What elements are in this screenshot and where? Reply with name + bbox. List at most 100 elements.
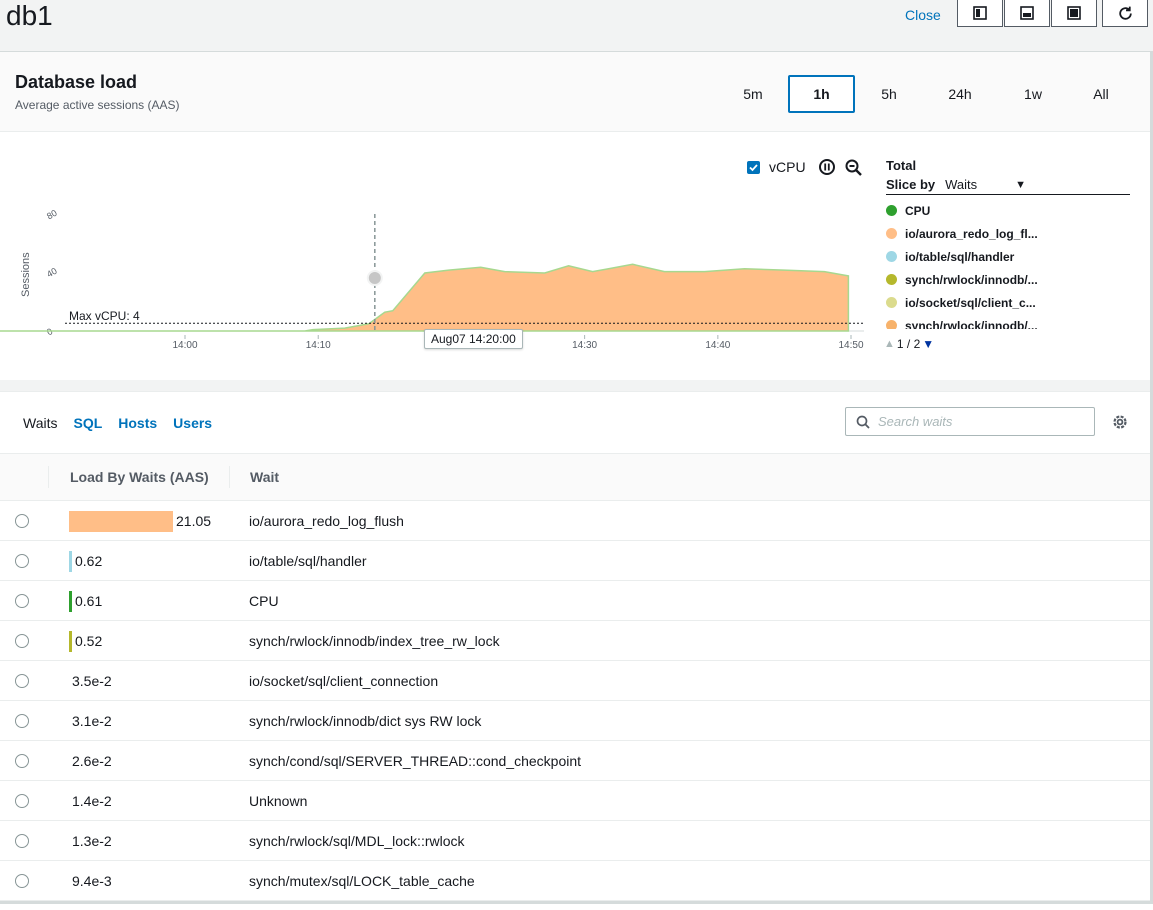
legend-swatch bbox=[886, 228, 897, 239]
col-wait[interactable]: Wait bbox=[250, 469, 279, 485]
legend-item[interactable]: io/aurora_redo_log_fl... bbox=[886, 222, 1131, 245]
table-row[interactable]: 3.1e-2 synch/rwlock/innodb/dict sys RW lo… bbox=[0, 701, 1153, 741]
layout-full-button[interactable] bbox=[1051, 0, 1097, 27]
row-radio[interactable] bbox=[15, 514, 29, 528]
range-24h-button[interactable]: 24h bbox=[935, 75, 985, 113]
legend-item[interactable]: synch/rwlock/innodb/... bbox=[886, 268, 1131, 291]
dropdown-caret-icon[interactable]: ▼ bbox=[1015, 179, 1026, 191]
table-row[interactable]: 1.4e-2 Unknown bbox=[0, 781, 1153, 821]
close-link[interactable]: Close bbox=[905, 7, 941, 23]
table-row[interactable]: 3.5e-2 io/socket/sql/client_connection bbox=[0, 661, 1153, 701]
y-tick-label: 40 bbox=[45, 266, 59, 280]
tab-waits[interactable]: Waits bbox=[23, 415, 57, 431]
load-bar bbox=[69, 591, 72, 612]
load-bar bbox=[69, 631, 72, 652]
row-radio[interactable] bbox=[15, 674, 29, 688]
table-row[interactable]: 9.4e-3 synch/mutex/sql/LOCK_table_cache bbox=[0, 861, 1153, 901]
bottom-border bbox=[0, 901, 1153, 904]
x-tick-label: 14:10 bbox=[306, 340, 331, 351]
load-value: 0.52 bbox=[75, 633, 103, 649]
legend-swatch bbox=[886, 205, 897, 216]
range-1h-button[interactable]: 1h bbox=[788, 75, 855, 113]
load-value: 9.4e-3 bbox=[72, 873, 112, 889]
legend-swatch bbox=[886, 274, 897, 285]
refresh-button[interactable] bbox=[1102, 0, 1148, 27]
legend-item[interactable]: CPU bbox=[886, 199, 1131, 222]
wait-name: Unknown bbox=[249, 793, 308, 809]
max-vcpu-label: Max vCPU: 4 bbox=[69, 309, 140, 323]
database-load-header: Database load Average active sessions (A… bbox=[0, 52, 1153, 132]
slice-by-select[interactable]: Slice by Waits ▼ bbox=[886, 177, 1130, 195]
section-divider bbox=[0, 380, 1153, 392]
row-radio[interactable] bbox=[15, 634, 29, 648]
wait-name: synch/rwlock/sql/MDL_lock::rwlock bbox=[249, 833, 465, 849]
search-icon bbox=[856, 415, 870, 429]
legend-swatch bbox=[886, 251, 897, 262]
top-bar: db1 Close bbox=[0, 0, 1153, 52]
range-1w-button[interactable]: 1w bbox=[1010, 75, 1056, 113]
layout-left-button[interactable] bbox=[957, 0, 1003, 27]
legend-label: synch/rwlock/innodb/... bbox=[905, 272, 1038, 287]
x-tick-label: 14:50 bbox=[838, 340, 863, 351]
legend-item[interactable]: synch/rwlock/innodb/... bbox=[886, 314, 1131, 329]
tab-users[interactable]: Users bbox=[173, 415, 212, 431]
table-row[interactable]: 1.3e-2 synch/rwlock/sql/MDL_lock::rwlock bbox=[0, 821, 1153, 861]
wait-name: synch/cond/sql/SERVER_THREAD::cond_check… bbox=[249, 753, 582, 769]
y-tick-label: 80 bbox=[45, 208, 59, 222]
legend-item[interactable]: io/socket/sql/client_c... bbox=[886, 291, 1131, 314]
table-row[interactable]: 0.61 CPU bbox=[0, 581, 1153, 621]
search-waits[interactable] bbox=[845, 407, 1095, 436]
db-title: db1 bbox=[6, 0, 53, 31]
table-row[interactable]: 21.05 io/aurora_redo_log_flush bbox=[0, 501, 1153, 541]
search-input[interactable] bbox=[878, 414, 1078, 429]
table-row[interactable]: 0.62 io/table/sql/handler bbox=[0, 541, 1153, 581]
row-radio[interactable] bbox=[15, 874, 29, 888]
row-radio[interactable] bbox=[15, 554, 29, 568]
x-tick-label: 14:00 bbox=[172, 340, 197, 351]
load-value: 1.3e-2 bbox=[72, 833, 112, 849]
legend-label: synch/rwlock/innodb/... bbox=[905, 318, 1038, 330]
legend-pager: ▲ 1 / 2 ▼ bbox=[884, 337, 934, 351]
load-value: 21.05 bbox=[176, 513, 212, 529]
slice-by-value[interactable]: Waits bbox=[945, 177, 1015, 192]
table-row[interactable]: 0.52 synch/rwlock/innodb/index_tree_rw_lo… bbox=[0, 621, 1153, 661]
row-radio[interactable] bbox=[15, 834, 29, 848]
layout-left-icon bbox=[973, 6, 987, 20]
table-header: Load By Waits (AAS) Wait bbox=[0, 453, 1153, 501]
page-up-icon[interactable]: ▲ bbox=[884, 338, 895, 350]
wait-name: CPU bbox=[249, 593, 279, 609]
hover-cursor-dot[interactable] bbox=[366, 270, 383, 286]
legend-swatch bbox=[886, 320, 897, 329]
legend-label: io/table/sql/handler bbox=[905, 249, 1015, 264]
panel-subtitle: Average active sessions (AAS) bbox=[15, 98, 180, 112]
legend-item[interactable]: io/table/sql/handler bbox=[886, 245, 1131, 268]
x-tick-label: 14:40 bbox=[705, 340, 730, 351]
range-5h-button[interactable]: 5h bbox=[866, 75, 912, 113]
panel-title: Database load bbox=[15, 72, 138, 92]
row-radio[interactable] bbox=[15, 594, 29, 608]
row-radio[interactable] bbox=[15, 754, 29, 768]
legend-list: CPU io/aurora_redo_log_fl... io/table/sql/… bbox=[886, 199, 1131, 329]
tab-sql[interactable]: SQL bbox=[73, 415, 102, 431]
tab-hosts[interactable]: Hosts bbox=[118, 415, 157, 431]
range-all-button[interactable]: All bbox=[1078, 75, 1124, 113]
page-down-icon[interactable]: ▼ bbox=[922, 337, 934, 351]
column-divider bbox=[48, 466, 49, 488]
load-value: 0.62 bbox=[75, 553, 103, 569]
chart-legend: Total Slice by Waits ▼ CPU io/aurora_redo… bbox=[886, 158, 1131, 329]
slice-by-label: Slice by bbox=[886, 177, 936, 192]
row-radio[interactable] bbox=[15, 714, 29, 728]
layout-bottom-button[interactable] bbox=[1004, 0, 1050, 27]
legend-page: 1 / 2 bbox=[896, 337, 921, 351]
row-radio[interactable] bbox=[15, 794, 29, 808]
table-row[interactable]: 2.6e-2 synch/cond/sql/SERVER_THREAD::cond… bbox=[0, 741, 1153, 781]
load-bar bbox=[69, 511, 173, 532]
col-load-by-waits[interactable]: Load By Waits (AAS) bbox=[70, 469, 209, 485]
load-bar bbox=[69, 551, 72, 572]
gear-icon[interactable] bbox=[1111, 413, 1129, 431]
waits-table-body: 21.05 io/aurora_redo_log_flush 0.62 io/tabl… bbox=[0, 501, 1153, 901]
range-5m-button[interactable]: 5m bbox=[730, 75, 776, 113]
legend-swatch bbox=[886, 297, 897, 308]
wait-name: io/socket/sql/client_connection bbox=[249, 673, 439, 689]
wait-name: io/aurora_redo_log_flush bbox=[249, 513, 404, 529]
